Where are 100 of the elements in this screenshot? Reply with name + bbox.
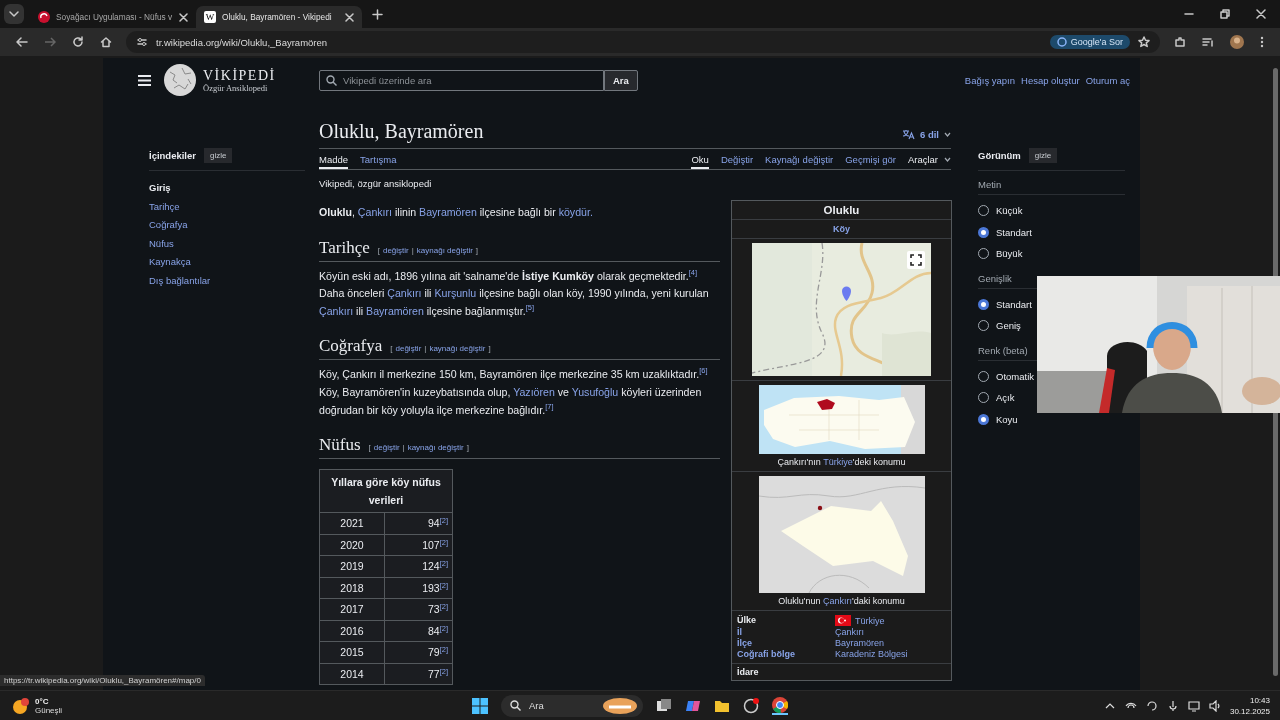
taskbar-search[interactable]: Ara xyxy=(501,694,643,717)
option-label[interactable]: Standart xyxy=(996,226,1032,238)
radio-button[interactable] xyxy=(978,226,989,238)
task-view-icon[interactable] xyxy=(656,697,672,714)
edit-bracket: ] xyxy=(488,344,491,354)
ask-google-button[interactable]: Google'a Sor xyxy=(1049,35,1130,49)
reload-icon[interactable] xyxy=(72,36,84,48)
link[interactable]: Bağış yapın xyxy=(964,74,1015,86)
link[interactable]: köydür. xyxy=(558,206,593,218)
edit-link[interactable]: değiştir xyxy=(373,443,400,453)
edit-link[interactable]: kaynağı değiştir xyxy=(407,443,464,453)
fullscreen-button[interactable] xyxy=(907,251,925,269)
radio-button[interactable] xyxy=(978,298,989,310)
extensions-icon[interactable] xyxy=(1174,36,1186,48)
profile-avatar[interactable] xyxy=(1230,35,1244,49)
field-link[interactable]: Coğrafi bölge xyxy=(737,649,835,659)
menu-icon[interactable] xyxy=(1260,36,1264,48)
restore-icon[interactable] xyxy=(1220,9,1230,19)
search-button[interactable]: Ara xyxy=(604,69,638,91)
forward-icon[interactable] xyxy=(44,36,56,48)
tab-list-button[interactable] xyxy=(4,4,24,24)
radio-button[interactable] xyxy=(978,413,989,425)
edit-link[interactable]: kaynağı değiştir xyxy=(429,344,486,354)
edit-bracket: ] xyxy=(475,245,479,255)
weather-label: Güneşli xyxy=(35,705,63,715)
option-label[interactable]: Koyu xyxy=(996,413,1018,425)
link[interactable]: Bayramören xyxy=(835,638,885,648)
microphone-icon[interactable] xyxy=(1166,699,1179,712)
link[interactable]: Bayramören xyxy=(366,304,424,317)
link[interactable]: Türkiye xyxy=(855,615,885,626)
close-icon[interactable] xyxy=(1256,9,1266,19)
windows-start-icon[interactable] xyxy=(472,697,488,714)
link[interactable]: Çankırı xyxy=(357,206,392,218)
temperature: 0°C xyxy=(35,696,50,706)
address-bar[interactable]: tr.wikipedia.org/wiki/Oluklu,_Bayramören Google'a Sor xyxy=(126,31,1160,53)
link[interactable]: Kurşunlu xyxy=(434,287,477,300)
fullscreen-icon xyxy=(910,254,922,266)
infobox-subtitle[interactable]: Köy xyxy=(732,220,951,239)
tools-menu[interactable]: Araçlar xyxy=(907,149,951,169)
toc-link[interactable]: Tarihçe xyxy=(149,197,305,217)
tab[interactable]: Madde xyxy=(319,149,349,169)
app-icon[interactable] xyxy=(743,697,759,714)
link[interactable]: Hesap oluştur xyxy=(1021,74,1080,86)
tab[interactable]: Oku xyxy=(691,149,709,169)
weather-icon[interactable] xyxy=(12,696,30,715)
link[interactable]: Çankırı xyxy=(823,596,852,606)
toc-link[interactable]: Kaynakça xyxy=(149,253,305,272)
browser-icon[interactable] xyxy=(772,696,788,715)
edit-link[interactable]: değiştir xyxy=(395,344,422,354)
option-label[interactable]: Büyük xyxy=(996,248,1023,260)
link[interactable]: Oturum aç xyxy=(1085,74,1130,86)
toc-link[interactable]: Coğrafya xyxy=(149,216,305,235)
hide-button[interactable]: gizle xyxy=(204,148,233,163)
back-icon[interactable] xyxy=(16,36,28,48)
status-url: https://tr.wikipedia.org/wiki/Oluklu,_Bayramören#/map/0 xyxy=(0,675,205,686)
option-label[interactable]: Geniş xyxy=(996,320,1021,332)
link[interactable]: Çankırı xyxy=(835,627,864,637)
edit-link[interactable]: değiştir xyxy=(382,245,409,255)
wordmark[interactable]: VİKİPEDİ xyxy=(203,67,276,83)
table-cell: 2019 xyxy=(319,555,385,578)
browser-tab[interactable]: W Oluklu, Bayramören - Vikipedi xyxy=(196,6,362,28)
home-icon[interactable] xyxy=(100,36,112,48)
language-button[interactable]: 6 dil xyxy=(902,129,951,144)
sync-icon[interactable] xyxy=(1145,699,1158,712)
link[interactable]: Yazıören xyxy=(513,385,555,398)
option-label[interactable]: Standart xyxy=(996,298,1032,310)
field-link[interactable]: İlçe xyxy=(737,638,835,648)
link[interactable]: Çankırı xyxy=(387,287,422,300)
tab[interactable]: Kaynağı değiştir xyxy=(765,149,834,169)
tab[interactable]: Değiştir xyxy=(720,149,754,169)
close-icon[interactable] xyxy=(345,12,354,22)
field-link[interactable]: İl xyxy=(737,627,835,637)
edit-link[interactable]: kaynağı değiştir xyxy=(416,245,473,255)
population-value: 107 xyxy=(422,538,440,551)
toc-link[interactable]: Giriş xyxy=(149,179,305,198)
speaker-icon[interactable] xyxy=(1208,699,1221,712)
link[interactable]: Çankırı xyxy=(319,304,354,317)
link[interactable]: Türkiye xyxy=(823,457,853,467)
option-label[interactable]: Otomatik xyxy=(996,370,1034,382)
tab[interactable]: Tartışma xyxy=(360,149,397,169)
toc-link[interactable]: Dış bağlantılar xyxy=(149,271,305,291)
new-tab-icon[interactable] xyxy=(372,8,383,20)
link[interactable]: Bayramören xyxy=(419,206,477,218)
option-label[interactable]: Küçük xyxy=(996,205,1023,217)
search-field[interactable]: Vikipedi üzerinde ara xyxy=(319,69,604,91)
link[interactable]: Yusufoğlu xyxy=(571,385,619,398)
tab[interactable]: Geçmişi gör xyxy=(845,149,896,169)
star-icon[interactable] xyxy=(1138,36,1150,48)
media-icon[interactable] xyxy=(1202,36,1214,48)
population-value: 73 xyxy=(427,603,440,616)
globe-logo-icon[interactable] xyxy=(164,64,196,96)
option-label[interactable]: Açık xyxy=(996,392,1015,404)
toc-link[interactable]: Nüfus xyxy=(149,234,305,254)
hide-button[interactable]: gizle xyxy=(1028,148,1058,163)
site-info-icon[interactable] xyxy=(136,36,148,48)
browser-tab[interactable]: Soyağacı Uygulaması - Nüfus v xyxy=(30,6,196,28)
close-icon[interactable] xyxy=(179,12,188,22)
link[interactable]: Karadeniz Bölgesi xyxy=(835,649,908,659)
display-icon[interactable] xyxy=(1187,699,1200,712)
menu-icon[interactable] xyxy=(138,74,151,86)
